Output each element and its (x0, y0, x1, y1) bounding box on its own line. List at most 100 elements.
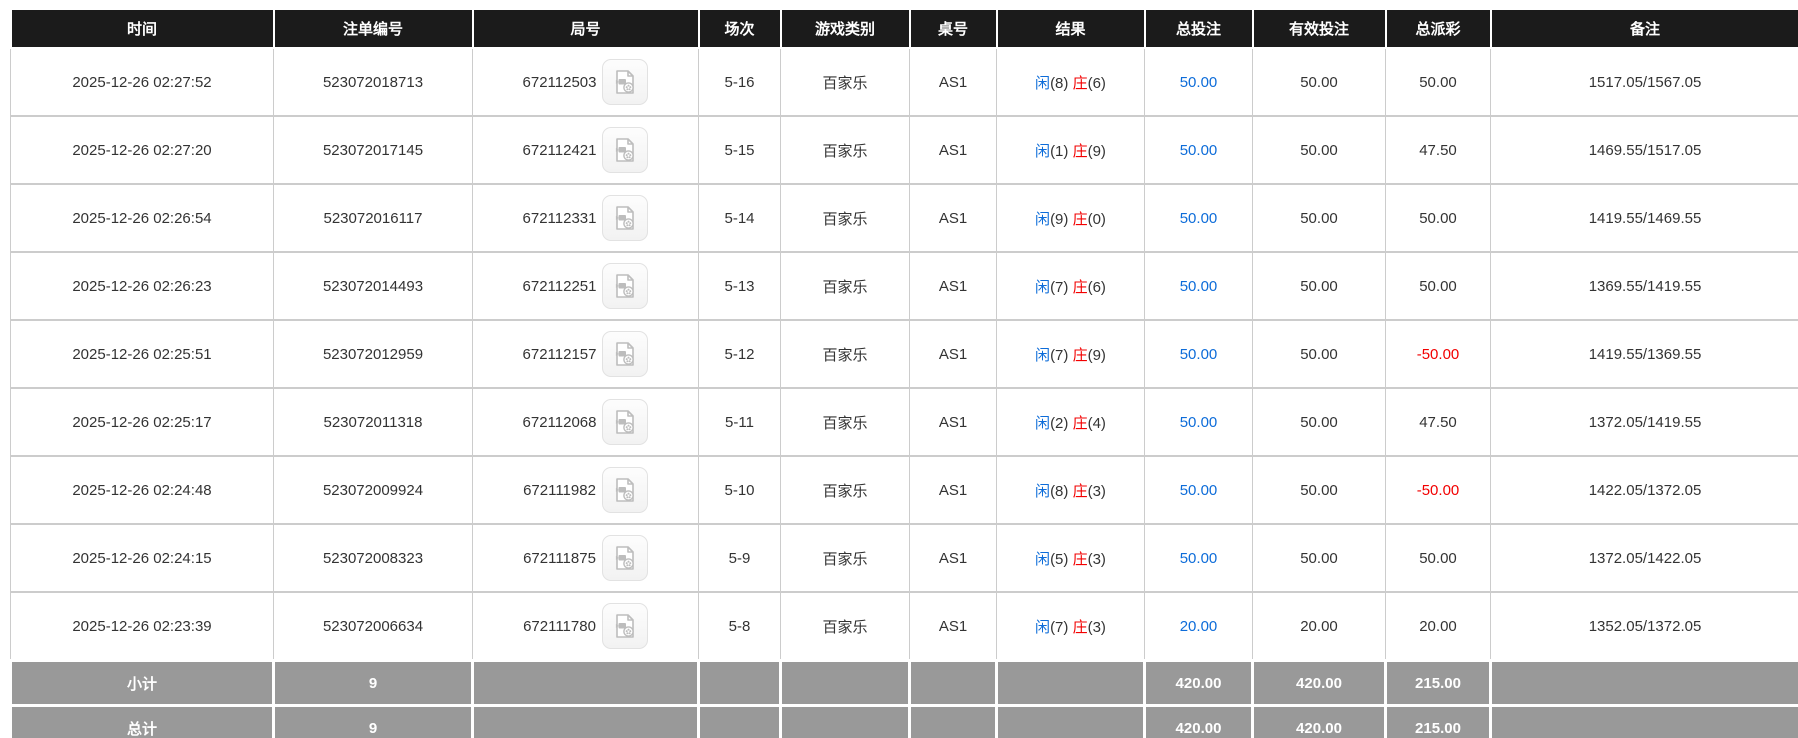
result-player-label: 闲 (1035, 278, 1051, 296)
cell-session: 5-11 (698, 387, 781, 457)
total-bet-link[interactable]: 50.00 (1180, 482, 1218, 499)
cell-total_bet: 50.00 (1144, 387, 1253, 457)
round-number: 672111780 (523, 617, 596, 635)
result-player-label: 闲 (1035, 210, 1051, 228)
cell-bet_no: 523072017145 (273, 115, 473, 185)
header-row: 时间 注单编号 局号 场次 游戏类别 桌号 结果 总投注 有效投注 总派彩 备注 (9, 8, 1798, 49)
total-bet-link[interactable]: 50.00 (1180, 550, 1218, 567)
video-replay-button[interactable] (601, 535, 648, 581)
cell-remark: 1419.55/1369.55 (1490, 319, 1798, 389)
result-player-label: 闲 (1035, 482, 1051, 500)
cell-session: 5-16 (698, 47, 781, 117)
table-row: 2025-12-26 02:25:17 523072011318 672112068… (10, 387, 1798, 457)
footer-cell-valid_bet: 420.00 (1251, 704, 1387, 738)
result-banker-label: 庄 (1072, 74, 1088, 92)
cell-bet_no: 523072016117 (273, 183, 473, 253)
payout-value: -50.00 (1416, 345, 1460, 363)
cell-session: 5-15 (698, 115, 781, 185)
result-player-score: (7) (1050, 278, 1069, 296)
cell-bet_no: 523072018713 (273, 47, 473, 117)
footer-cell-count: 9 (272, 704, 474, 738)
cell-total_bet: 50.00 (1144, 455, 1253, 525)
payout-value: 50.00 (1419, 277, 1457, 295)
total-bet-link[interactable]: 50.00 (1180, 278, 1218, 295)
total-bet-link[interactable]: 50.00 (1180, 346, 1218, 363)
cell-payout: 47.50 (1385, 387, 1491, 457)
result-banker-score: (9) (1087, 346, 1106, 364)
footer-cell-label: 小计 (9, 659, 275, 707)
cell-round_no: 672112331 (472, 183, 699, 253)
round-number-with-replay: 672111875 (523, 535, 648, 581)
cell-table_no: AS1 (909, 183, 997, 253)
round-number-with-replay: 672112068 (523, 399, 649, 445)
cell-game_type: 百家乐 (780, 523, 910, 593)
footer-cell-total_bet: 420.00 (1143, 704, 1254, 738)
cell-result: 闲(5) 庄(3) (996, 523, 1145, 593)
video-replay-button[interactable] (602, 195, 649, 241)
cell-table_no: AS1 (909, 455, 997, 525)
cell-valid_bet: 50.00 (1252, 251, 1386, 321)
cell-valid_bet: 50.00 (1252, 319, 1386, 389)
payout-value: 20.00 (1419, 617, 1457, 635)
video-replay-icon (611, 340, 639, 368)
total-bet-link[interactable]: 20.00 (1180, 618, 1218, 635)
round-number: 672112421 (522, 141, 597, 159)
cell-table_no: AS1 (909, 47, 997, 117)
round-number: 672111982 (523, 481, 596, 499)
footer-cell-valid_bet: 420.00 (1251, 659, 1387, 707)
cell-remark: 1369.55/1419.55 (1490, 251, 1798, 321)
cell-valid_bet: 20.00 (1252, 591, 1386, 662)
cell-table_no: AS1 (909, 115, 997, 185)
total-bet-link[interactable]: 50.00 (1180, 74, 1218, 91)
header-game_type: 游戏类别 (779, 8, 911, 49)
footer-cell-result (995, 659, 1146, 707)
cell-session: 5-14 (698, 183, 781, 253)
header-session: 场次 (697, 8, 782, 49)
total-bet-link[interactable]: 50.00 (1180, 210, 1218, 227)
cell-total_bet: 20.00 (1144, 591, 1253, 662)
total-bet-link[interactable]: 50.00 (1180, 142, 1218, 159)
header-round_no: 局号 (471, 8, 700, 49)
result-player-label: 闲 (1035, 414, 1051, 432)
video-replay-button[interactable] (601, 603, 648, 649)
result-banker-label: 庄 (1072, 142, 1088, 160)
footer-cell-round_no (471, 659, 700, 707)
round-number: 672112157 (522, 345, 597, 363)
result-banker-score: (3) (1087, 550, 1106, 568)
cell-table_no: AS1 (909, 591, 997, 662)
cell-payout: 50.00 (1385, 47, 1491, 117)
cell-result: 闲(8) 庄(3) (996, 455, 1145, 525)
cell-game_type: 百家乐 (780, 455, 910, 525)
video-replay-button[interactable] (602, 59, 649, 105)
cell-round_no: 672112421 (472, 115, 699, 185)
video-replay-icon (611, 204, 639, 232)
cell-payout: -50.00 (1385, 455, 1491, 525)
video-replay-icon (611, 136, 639, 164)
video-replay-button[interactable] (602, 399, 649, 445)
result-player-score: (7) (1050, 346, 1069, 364)
table-row: 2025-12-26 02:27:20 523072017145 672112421… (10, 115, 1798, 185)
cell-remark: 1517.05/1567.05 (1490, 47, 1798, 117)
video-replay-button[interactable] (602, 127, 649, 173)
video-replay-button[interactable] (602, 331, 649, 377)
payout-value: -50.00 (1416, 481, 1460, 499)
result-banker-label: 庄 (1072, 414, 1088, 432)
video-replay-button[interactable] (601, 467, 648, 513)
cell-time: 2025-12-26 02:26:23 (10, 251, 274, 321)
result-player-score: (1) (1050, 142, 1069, 160)
cell-game_type: 百家乐 (780, 115, 910, 185)
cell-table_no: AS1 (909, 523, 997, 593)
header-payout: 总派彩 (1384, 8, 1492, 49)
cell-bet_no: 523072011318 (273, 387, 473, 457)
header-result: 结果 (995, 8, 1146, 49)
result-player-score: (7) (1050, 618, 1069, 636)
cell-session: 5-8 (698, 591, 781, 662)
total-bet-link[interactable]: 50.00 (1180, 414, 1218, 431)
cell-payout: 50.00 (1385, 523, 1491, 593)
result-banker-label: 庄 (1072, 346, 1088, 364)
cell-total_bet: 50.00 (1144, 47, 1253, 117)
cell-total_bet: 50.00 (1144, 319, 1253, 389)
footer-cell-remark (1489, 704, 1798, 738)
cell-result: 闲(9) 庄(0) (996, 183, 1145, 253)
video-replay-button[interactable] (602, 263, 649, 309)
